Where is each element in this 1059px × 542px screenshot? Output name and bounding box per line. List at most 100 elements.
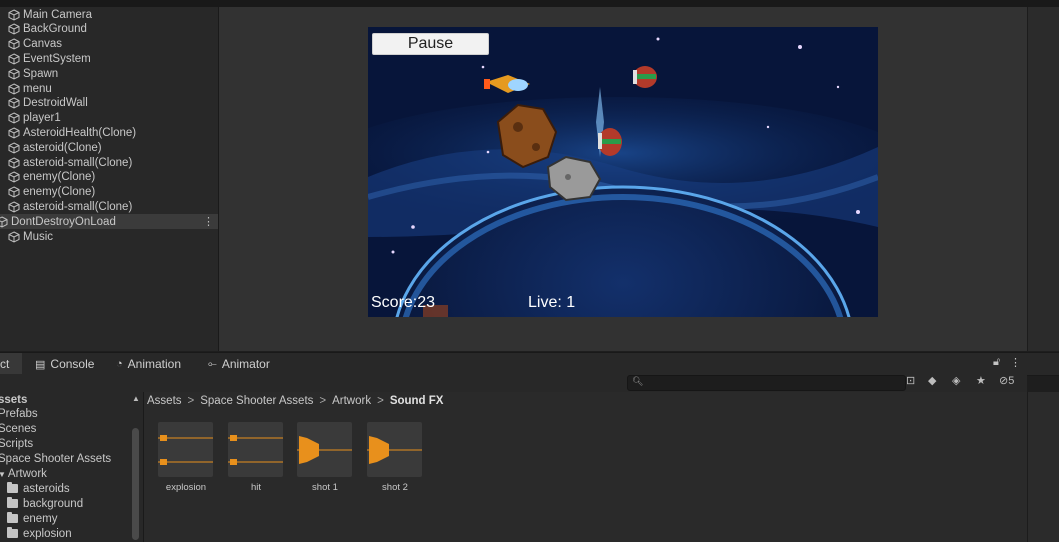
hierarchy-item[interactable]: Main Camera — [0, 7, 218, 22]
project-tree-item[interactable]: Space Shooter Assets — [0, 452, 111, 467]
hidden-count: 5 — [1008, 375, 1015, 387]
tab-console[interactable]: ▤ Console — [35, 353, 94, 375]
hierarchy-item[interactable]: menu — [0, 81, 218, 96]
space-scene — [368, 27, 878, 317]
top-strip — [0, 0, 1059, 7]
expand-arrow-icon[interactable]: ▼ — [0, 470, 6, 479]
hierarchy-scene-root[interactable]: DontDestroyOnLoad ⋮ — [0, 214, 218, 230]
hierarchy-item[interactable]: enemy(Clone) — [0, 185, 218, 200]
scrollbar-thumb[interactable] — [132, 428, 139, 540]
project-tree-item[interactable]: enemy — [7, 511, 58, 526]
scroll-up-arrow[interactable]: ▲ — [132, 394, 140, 403]
project-tree-label: explosion — [23, 527, 72, 540]
asset-label: explosion — [165, 482, 207, 493]
hierarchy-item[interactable]: asteroid-small(Clone) — [0, 155, 218, 170]
project-tree-item[interactable]: Scenes — [0, 422, 36, 437]
hierarchy-item[interactable]: Spawn — [0, 66, 218, 81]
tab-animator[interactable]: ⟜ Animator — [208, 353, 270, 375]
label-icon[interactable]: ◈ — [952, 374, 960, 387]
asset-tile[interactable] — [297, 422, 352, 477]
hierarchy-item-label: Main Camera — [23, 8, 93, 21]
search-by-type-icon[interactable]: ⊡ — [906, 374, 915, 387]
assets-edge — [1027, 392, 1059, 542]
hierarchy-item-label: player1 — [23, 112, 61, 125]
tab-console-label: Console — [50, 357, 95, 371]
hierarchy-panel: Main Camera BackGround Canvas EventSystem Sp… — [0, 7, 219, 351]
project-tree-item[interactable]: background — [7, 496, 83, 511]
enemy-ship — [598, 128, 622, 156]
hidden-packages-icon[interactable]: ⊘5 — [999, 374, 1014, 387]
tab-animation[interactable]: ◔ Animation — [116, 353, 181, 375]
project-tree-item[interactable]: Scripts — [0, 437, 33, 452]
project-tree-label: Scripts — [0, 438, 34, 451]
project-tree-label: Scenes — [0, 423, 37, 436]
project-tree-label: asteroids — [23, 482, 70, 495]
tab-project[interactable]: ct — [0, 353, 22, 375]
gameobject-icon — [8, 82, 20, 95]
filter-icon[interactable]: ◆ — [928, 374, 936, 387]
breadcrumb-item[interactable]: Artwork — [332, 395, 371, 407]
hierarchy-item[interactable]: Music — [0, 229, 218, 244]
game-view[interactable]: Pause Score:23 Live: 1 — [368, 27, 878, 317]
gameobject-icon — [8, 142, 20, 154]
hierarchy-item-label: BackGround — [23, 23, 87, 36]
hierarchy-item[interactable]: asteroid-small(Clone) — [0, 199, 218, 214]
animation-icon: ◔ — [116, 358, 123, 370]
animator-icon: ⟜ — [208, 357, 217, 370]
gameobject-icon — [8, 23, 20, 35]
scene-menu-icon[interactable]: ⋮ — [203, 215, 214, 228]
project-tree-item[interactable]: Prefabs — [0, 407, 38, 422]
hierarchy-item[interactable]: AsteroidHealth(Clone) — [0, 125, 218, 140]
gameobject-icon — [8, 53, 20, 65]
tab-animation-label: Animation — [127, 357, 182, 371]
project-tree-item[interactable]: ssets — [0, 392, 27, 407]
project-tree-label: ssets — [0, 393, 28, 406]
folder-icon — [7, 497, 18, 509]
hierarchy-item-label: Spawn — [23, 67, 59, 80]
gameobject-icon — [8, 186, 20, 198]
kebab-menu-icon[interactable]: ⋮ — [1010, 356, 1021, 369]
breadcrumb-item[interactable]: Space Shooter Assets — [200, 395, 313, 407]
folder-icon — [7, 512, 18, 524]
breadcrumb-item[interactable]: Assets — [147, 395, 182, 407]
hierarchy-item[interactable]: Canvas — [0, 37, 218, 52]
hierarchy-item-label: asteroid(Clone) — [23, 141, 102, 154]
tab-animator-label: Animator — [221, 357, 270, 371]
hierarchy-item-label: enemy(Clone) — [23, 186, 96, 199]
lock-icon[interactable]: 🔓︎ — [993, 356, 1000, 369]
asset-label: shot 2 — [382, 482, 408, 493]
gameobject-icon — [8, 97, 20, 109]
search-icon: 🔍︎ — [632, 376, 644, 386]
project-tree-item[interactable]: explosion — [7, 526, 72, 541]
hierarchy-item-label: Music — [23, 230, 54, 243]
search-input[interactable]: 🔍︎ — [627, 375, 906, 391]
waveform-icon — [297, 436, 352, 464]
waveform-icon — [158, 435, 213, 465]
project-folder-tree: ssets Prefabs Scenes Scripts Space Shooter A… — [0, 392, 144, 542]
hierarchy-item-label: menu — [23, 82, 52, 95]
project-tree-item[interactable]: ▼ Artwork — [0, 467, 47, 482]
gameobject-icon — [8, 127, 20, 139]
hierarchy-item[interactable]: DestroidWall — [0, 96, 218, 111]
hierarchy-item[interactable]: asteroid(Clone) — [0, 140, 218, 155]
asset-tile[interactable] — [367, 422, 422, 477]
project-tree-label: Space Shooter Assets — [0, 453, 112, 466]
folder-icon — [7, 527, 18, 539]
breadcrumb-separator: > — [319, 395, 327, 407]
tab-project-label: ct — [0, 357, 10, 371]
favorite-icon[interactable]: ★ — [976, 374, 986, 387]
bottom-tab-bar: ct ▤ Console ◔ Animation ⟜ Animator 🔓︎ ⋮ — [0, 352, 1059, 376]
hierarchy-item[interactable]: enemy(Clone) — [0, 170, 218, 185]
hierarchy-item[interactable]: player1 — [0, 111, 218, 126]
breadcrumb-separator: > — [187, 395, 195, 407]
hierarchy-item-label: EventSystem — [23, 52, 91, 65]
pause-button[interactable]: Pause — [372, 33, 489, 55]
hierarchy-item[interactable]: EventSystem — [0, 51, 218, 66]
hierarchy-item[interactable]: BackGround — [0, 22, 218, 37]
asset-label: shot 1 — [312, 482, 338, 493]
project-tree-item[interactable]: asteroids — [7, 481, 70, 496]
asset-tile[interactable] — [228, 422, 283, 477]
breadcrumb-separator: > — [377, 395, 384, 407]
asset-tile[interactable] — [158, 422, 213, 477]
hierarchy-item-label: asteroid-small(Clone) — [23, 200, 133, 213]
